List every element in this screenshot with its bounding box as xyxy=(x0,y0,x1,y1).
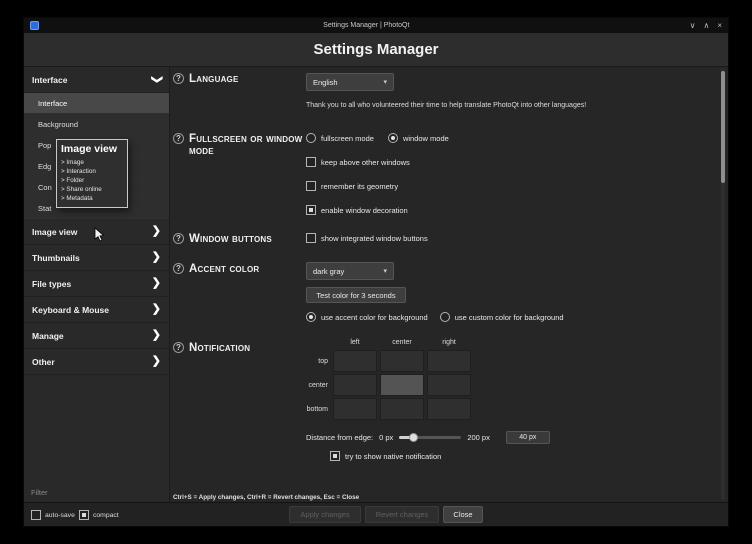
help-icon[interactable]: ? xyxy=(173,73,184,84)
section-notification: ? Notification xyxy=(173,342,305,354)
chevron-down-icon: ❯ xyxy=(151,75,162,84)
notification-cell-top-right[interactable] xyxy=(427,350,471,372)
maximize-button[interactable]: ∧ xyxy=(703,21,709,30)
slider-handle[interactable] xyxy=(409,433,418,442)
filter-input[interactable]: Filter xyxy=(31,488,48,497)
distance-slider[interactable] xyxy=(399,433,461,442)
section-window-mode: ? Fullscreen or window mode xyxy=(173,133,305,157)
help-icon[interactable]: ? xyxy=(173,133,184,144)
titlebar[interactable]: Settings Manager | PhotoQt ∨ ∧ × xyxy=(24,18,728,33)
test-color-button[interactable]: Test color for 3 seconds xyxy=(306,287,406,303)
sidebar-category-label: Interface xyxy=(32,75,67,85)
window-controls: ∨ ∧ × xyxy=(690,21,722,30)
bottom-bar: auto-save compact Apply changes Revert c… xyxy=(24,502,728,526)
auto-save-checkbox[interactable]: auto-save xyxy=(31,510,75,520)
help-icon[interactable]: ? xyxy=(173,263,184,274)
notification-cell-bottom-left[interactable] xyxy=(333,398,377,420)
apply-changes-button[interactable]: Apply changes xyxy=(289,506,361,523)
close-window-button[interactable]: × xyxy=(717,21,722,30)
page-title: Settings Manager xyxy=(24,33,728,67)
radio-icon xyxy=(306,133,316,143)
section-window-buttons: ? Window buttons xyxy=(173,233,305,245)
sidebar-category-keyboard-mouse[interactable]: Keyboard & Mouse ❯ xyxy=(24,297,169,323)
checkbox-icon xyxy=(330,451,340,461)
window-title: Settings Manager | PhotoQt xyxy=(43,22,690,29)
mouse-cursor xyxy=(94,227,107,243)
checkbox-icon xyxy=(306,233,316,243)
integrated-buttons-checkbox[interactable]: show integrated window buttons xyxy=(306,233,428,243)
native-notification-checkbox[interactable]: try to show native notification xyxy=(330,451,441,461)
notification-cell-center-center[interactable] xyxy=(380,374,424,396)
tooltip-item-interaction[interactable]: > Interaction xyxy=(61,167,123,176)
checkbox-icon xyxy=(31,510,41,520)
tooltip-item-image[interactable]: > Image xyxy=(61,158,123,167)
tooltip-item-folder[interactable]: > Folder xyxy=(61,176,123,185)
notification-cell-bottom-center[interactable] xyxy=(380,398,424,420)
radio-icon xyxy=(440,312,450,322)
help-icon[interactable]: ? xyxy=(173,342,184,353)
fullscreen-mode-radio[interactable]: fullscreen mode xyxy=(306,133,374,143)
checkbox-icon xyxy=(306,157,316,167)
window-decoration-checkbox[interactable]: enable window decoration xyxy=(306,205,408,215)
chevron-down-icon: ▾ xyxy=(383,267,387,275)
sidebar-category-interface[interactable]: Interface ❯ xyxy=(24,67,169,93)
shortcut-hint: Ctrl+S = Apply changes, Ctrl+R = Revert … xyxy=(173,494,359,501)
desktop: Settings Manager | PhotoQt ∨ ∧ × Setting… xyxy=(0,0,752,544)
help-icon[interactable]: ? xyxy=(173,233,184,244)
sidebar-category-manage[interactable]: Manage ❯ xyxy=(24,323,169,349)
image-view-tooltip: Image view > Image > Interaction > Folde… xyxy=(56,139,128,208)
photoqt-logo-icon xyxy=(30,21,39,30)
distance-from-edge-row: Distance from edge: 0 px 200 px 40 px xyxy=(306,431,550,444)
notification-position-grid: left center right top center bottom xyxy=(306,336,471,420)
accent-background-radio[interactable]: use accent color for background xyxy=(306,312,428,322)
checkbox-icon xyxy=(79,510,89,520)
settings-content: ? Language English ▾ Thank you to all wh… xyxy=(170,67,728,502)
chevron-right-icon: ❯ xyxy=(152,330,161,341)
distance-value-box[interactable]: 40 px xyxy=(506,431,550,444)
tooltip-item-metadata[interactable]: > Metadata xyxy=(61,194,123,203)
checkbox-icon xyxy=(306,181,316,191)
minimize-button[interactable]: ∨ xyxy=(690,21,696,30)
notification-cell-top-center[interactable] xyxy=(380,350,424,372)
remember-geometry-checkbox[interactable]: remember its geometry xyxy=(306,181,398,191)
chevron-right-icon: ❯ xyxy=(152,278,161,289)
chevron-right-icon: ❯ xyxy=(152,304,161,315)
sidebar-category-other[interactable]: Other ❯ xyxy=(24,349,169,375)
custom-background-radio[interactable]: use custom color for background xyxy=(440,312,564,322)
section-title: Language xyxy=(189,73,239,85)
language-dropdown[interactable]: English ▾ xyxy=(306,73,394,91)
notification-cell-center-left[interactable] xyxy=(333,374,377,396)
chevron-right-icon: ❯ xyxy=(152,252,161,263)
notification-cell-top-left[interactable] xyxy=(333,350,377,372)
chevron-right-icon: ❯ xyxy=(152,356,161,367)
chevron-down-icon: ▾ xyxy=(383,78,387,86)
notification-cell-bottom-right[interactable] xyxy=(427,398,471,420)
revert-changes-button[interactable]: Revert changes xyxy=(365,506,439,523)
settings-window: Settings Manager | PhotoQt ∨ ∧ × Setting… xyxy=(23,17,729,527)
language-note: Thank you to all who volunteered their t… xyxy=(306,102,729,109)
keep-above-checkbox[interactable]: keep above other windows xyxy=(306,157,410,167)
radio-icon xyxy=(388,133,398,143)
sidebar-item-background[interactable]: Background xyxy=(24,114,169,135)
accent-color-dropdown[interactable]: dark gray ▾ xyxy=(306,262,394,280)
tooltip-item-share-online[interactable]: > Share online xyxy=(61,185,123,194)
sidebar-category-thumbnails[interactable]: Thumbnails ❯ xyxy=(24,245,169,271)
sidebar-category-file-types[interactable]: File types ❯ xyxy=(24,271,169,297)
section-accent-color: ? Accent color xyxy=(173,263,305,275)
scrollbar-thumb[interactable] xyxy=(721,71,725,183)
compact-checkbox[interactable]: compact xyxy=(79,510,119,520)
notification-cell-center-right[interactable] xyxy=(427,374,471,396)
sidebar: Interface ❯ Interface Background Pop Edg… xyxy=(24,67,170,502)
section-language: ? Language xyxy=(173,73,305,85)
chevron-right-icon: ❯ xyxy=(152,226,161,237)
radio-icon xyxy=(306,312,316,322)
checkbox-icon xyxy=(306,205,316,215)
close-button[interactable]: Close xyxy=(443,506,483,523)
window-mode-radio[interactable]: window mode xyxy=(388,133,449,143)
sidebar-item-interface[interactable]: Interface xyxy=(24,93,169,114)
tooltip-title: Image view xyxy=(61,143,123,155)
